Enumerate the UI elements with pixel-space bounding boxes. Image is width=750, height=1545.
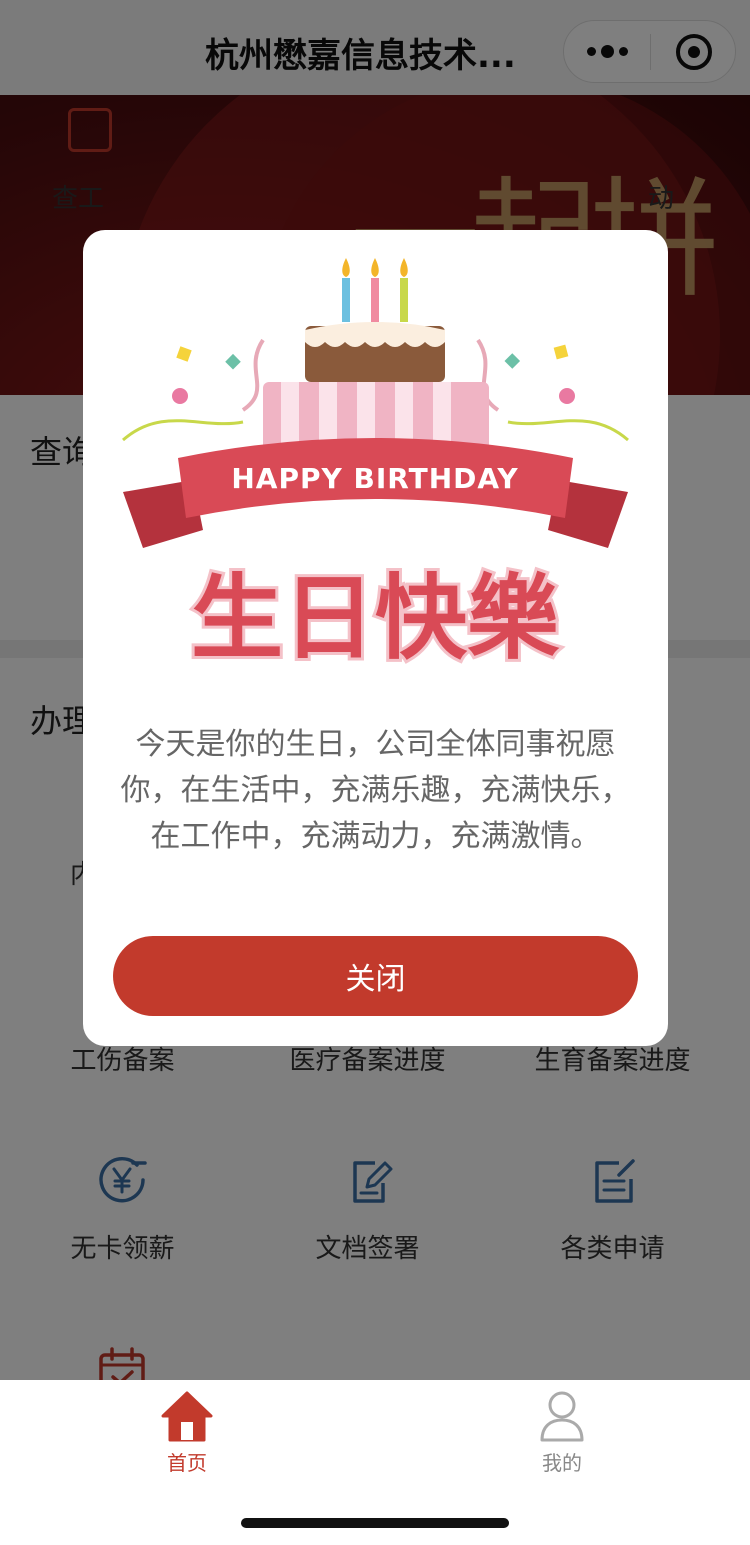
tab-label: 我的 — [542, 1451, 582, 1475]
birthday-message: 今天是你的生日，公司全体同事祝愿你，在生活中，充满乐趣，充满快乐，在工作中，充满… — [120, 727, 631, 854]
tab-mine[interactable]: 我的 — [502, 1390, 622, 1480]
home-indicator — [241, 1518, 509, 1528]
home-icon — [161, 1391, 213, 1442]
close-button[interactable]: 关闭 — [113, 936, 638, 1016]
birthday-title-cn: 生日快樂 — [191, 565, 560, 672]
birthday-cake-illustration: HAPPY BIRTHDAY 生日快樂 — [122, 258, 629, 675]
birthday-modal: HAPPY BIRTHDAY 生日快樂 今天是你的生日，公司全体同事祝愿你，在生… — [83, 230, 668, 1046]
tab-home[interactable]: 首页 — [127, 1390, 247, 1480]
happy-birthday-text: HAPPY BIRTHDAY — [231, 462, 518, 495]
tab-label: 首页 — [167, 1451, 207, 1475]
user-icon — [540, 1391, 584, 1442]
